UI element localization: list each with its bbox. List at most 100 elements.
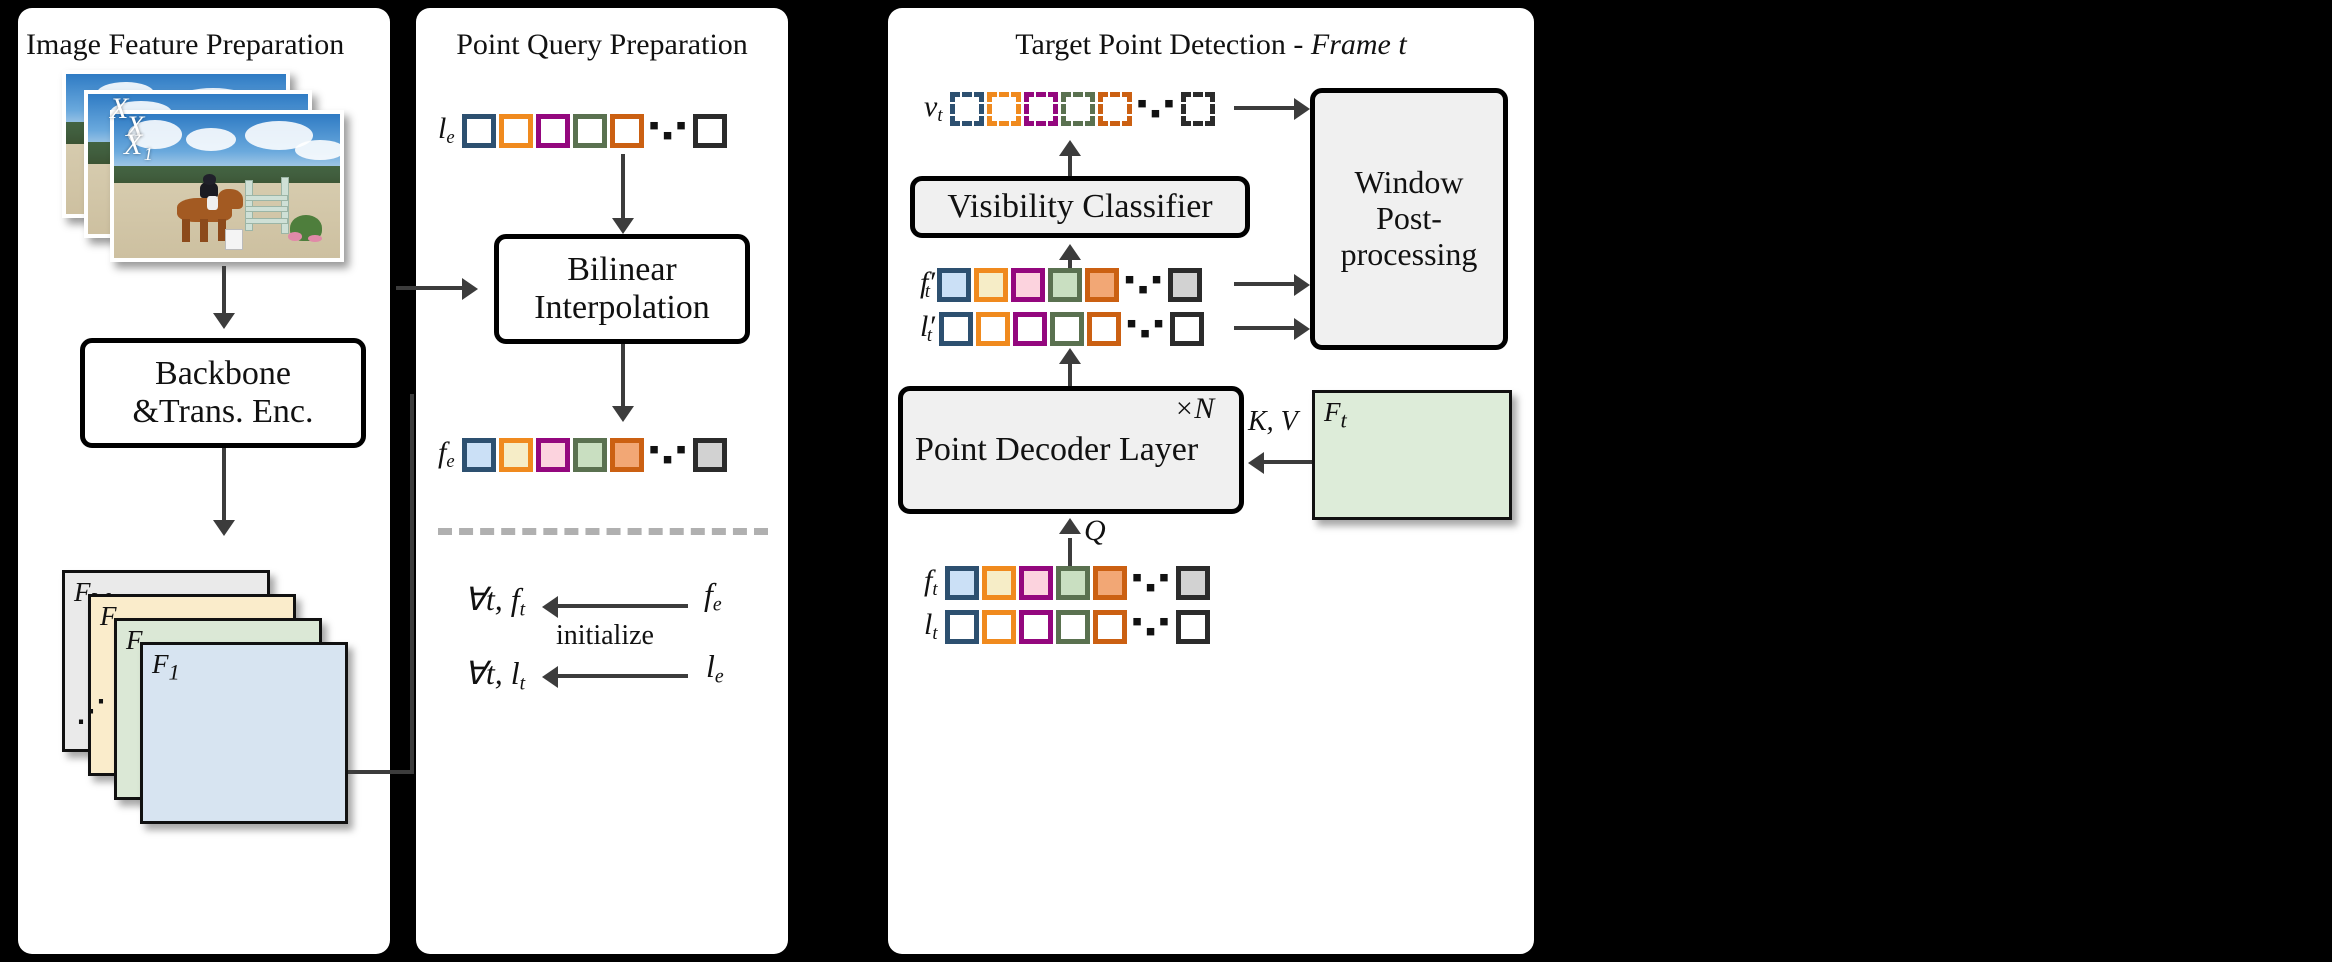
lt-ellipsis: ▪ ▪ ▪ bbox=[1131, 604, 1174, 648]
arrow-frames-to-backbone-line bbox=[222, 266, 226, 316]
fe-token-2[interactable] bbox=[498, 437, 533, 472]
arrow-decoder-to-outputs-head bbox=[1059, 348, 1081, 364]
ft-token-last[interactable] bbox=[1175, 565, 1210, 600]
fe-token-4[interactable] bbox=[572, 437, 607, 472]
backbone-transformer-encoder-box[interactable]: Backbone &Trans. Enc. bbox=[80, 338, 366, 448]
arrow-ft-to-decoder-line bbox=[1264, 460, 1314, 464]
feature-map-F1: F1 bbox=[140, 642, 348, 824]
le-token-5[interactable] bbox=[609, 113, 644, 148]
lt-prime-ellipsis: ▪ ▪ ▪ bbox=[1126, 306, 1168, 350]
lt-token-2[interactable] bbox=[981, 609, 1016, 644]
feature-map-Ft-label: Ft bbox=[1324, 397, 1347, 433]
lt-prime-token-2[interactable] bbox=[976, 311, 1011, 346]
vt-token-1[interactable] bbox=[949, 91, 984, 126]
lt-prime-label: l′t bbox=[920, 310, 935, 347]
connector-featuremap-out bbox=[348, 770, 414, 774]
fe-token-1[interactable] bbox=[461, 437, 496, 472]
panel-image-feature-title: Image Feature Preparation bbox=[26, 28, 345, 61]
vt-token-4[interactable] bbox=[1060, 91, 1095, 126]
arrow-ftprime-to-window-line bbox=[1234, 282, 1300, 286]
fe-token-5[interactable] bbox=[609, 437, 644, 472]
panel-target-point-detection: Target Point Detection - Frame t vt ▪ ▪ … bbox=[888, 8, 1534, 954]
ft-token-4[interactable] bbox=[1055, 565, 1090, 600]
ft-token-2[interactable] bbox=[981, 565, 1016, 600]
feature-map-Ft: Ft bbox=[1312, 390, 1512, 520]
ft-token-3[interactable] bbox=[1018, 565, 1053, 600]
vt-token-3[interactable] bbox=[1023, 91, 1058, 126]
frame-label-x1: X₁ bbox=[124, 128, 153, 161]
decoder-repeat-count: ×N bbox=[1174, 392, 1215, 425]
diagram-canvas: Image Feature Preparation X X X₁ Backbon… bbox=[0, 0, 2332, 962]
window-post-processing-box[interactable]: Window Post-processing bbox=[1310, 88, 1508, 350]
lt-token-4[interactable] bbox=[1055, 609, 1090, 644]
init-row2-line bbox=[558, 674, 688, 678]
arrow-ltprime-to-window-head bbox=[1294, 318, 1310, 340]
ft-prime-token-row: f′t ▪ ▪ ▪ bbox=[920, 264, 1205, 304]
fe-token-last[interactable] bbox=[692, 437, 727, 472]
lt-prime-token-row: l′t ▪ ▪ ▪ bbox=[920, 306, 1207, 350]
arrow-le-to-bilinear-head bbox=[612, 218, 634, 234]
lt-prime-token-last[interactable] bbox=[1170, 311, 1205, 346]
fe-token-3[interactable] bbox=[535, 437, 570, 472]
lt-token-3[interactable] bbox=[1018, 609, 1053, 644]
le-token-2[interactable] bbox=[498, 113, 533, 148]
vt-token-5[interactable] bbox=[1097, 91, 1132, 126]
init-row2-left: ∀t, lt bbox=[464, 655, 526, 695]
arrow-le-to-bilinear-line bbox=[621, 154, 625, 222]
lt-prime-token-1[interactable] bbox=[939, 311, 974, 346]
lt-prime-token-5[interactable] bbox=[1087, 311, 1122, 346]
ft-prime-token-last[interactable] bbox=[1168, 267, 1203, 302]
le-token-last[interactable] bbox=[692, 113, 727, 148]
ft-prime-token-4[interactable] bbox=[1048, 267, 1083, 302]
lt-token-5[interactable] bbox=[1092, 609, 1127, 644]
ft-ellipsis: ▪ ▪ ▪ bbox=[1131, 560, 1174, 604]
connector-featuremap-riser bbox=[410, 394, 414, 772]
ft-prime-token-3[interactable] bbox=[1011, 267, 1046, 302]
panel-point-query-preparation: Point Query Preparation le ▪ ▪ ▪ Bilinea… bbox=[396, 8, 788, 954]
arrow-backbone-to-featuremaps-line bbox=[222, 448, 226, 524]
init-row2-arrowhead bbox=[542, 666, 558, 688]
arrow-frames-to-backbone-head bbox=[213, 313, 235, 329]
arrow-features-in-head bbox=[462, 278, 478, 300]
panel-image-feature-preparation: Image Feature Preparation X X X₁ Backbon… bbox=[18, 8, 414, 954]
window-post-label-line1: Window bbox=[1354, 164, 1464, 201]
fe-token-row: fe ▪ ▪ ▪ bbox=[438, 432, 730, 476]
init-row1-left: ∀t, ft bbox=[464, 581, 526, 621]
vt-label: vt bbox=[924, 90, 943, 127]
arrow-ft-to-decoder-head bbox=[1248, 452, 1264, 474]
le-ellipsis: ▪ ▪ ▪ bbox=[648, 108, 691, 152]
fe-label: fe bbox=[438, 436, 455, 473]
backbone-label-line1: Backbone bbox=[155, 354, 291, 392]
lt-prime-token-3[interactable] bbox=[1013, 311, 1048, 346]
ft-token-1[interactable] bbox=[944, 565, 979, 600]
init-row1-right: fe bbox=[704, 576, 722, 616]
lt-prime-token-4[interactable] bbox=[1050, 311, 1085, 346]
ft-token-5[interactable] bbox=[1092, 565, 1127, 600]
le-token-3[interactable] bbox=[535, 113, 570, 148]
lt-token-last[interactable] bbox=[1175, 609, 1210, 644]
arrow-vt-to-window-head bbox=[1294, 98, 1310, 120]
vt-token-2[interactable] bbox=[986, 91, 1021, 126]
feature-map-ellipsis: ⋰ bbox=[76, 695, 108, 728]
arrow-ftprime-to-window-head bbox=[1294, 274, 1310, 296]
arrow-vt-to-window-line bbox=[1234, 106, 1296, 110]
le-token-1[interactable] bbox=[461, 113, 496, 148]
ft-prime-token-5[interactable] bbox=[1085, 267, 1120, 302]
visibility-classifier-box[interactable]: Visibility Classifier bbox=[910, 176, 1250, 238]
ft-prime-token-2[interactable] bbox=[974, 267, 1009, 302]
bilinear-interpolation-box[interactable]: Bilinear Interpolation bbox=[494, 234, 750, 344]
lt-label: lt bbox=[924, 608, 938, 645]
initialize-label: initialize bbox=[556, 620, 654, 651]
ft-prime-label: f′t bbox=[920, 266, 935, 303]
arrow-backbone-to-featuremaps-head bbox=[213, 520, 235, 536]
init-row1-arrowhead bbox=[542, 596, 558, 618]
le-token-4[interactable] bbox=[572, 113, 607, 148]
lt-token-row: lt ▪ ▪ ▪ bbox=[924, 604, 1213, 648]
vt-token-last[interactable] bbox=[1180, 91, 1215, 126]
panel-point-query-title: Point Query Preparation bbox=[456, 28, 748, 61]
ft-prime-token-1[interactable] bbox=[937, 267, 972, 302]
le-label: le bbox=[438, 112, 455, 149]
fe-ellipsis: ▪ ▪ ▪ bbox=[648, 432, 691, 476]
lt-token-1[interactable] bbox=[944, 609, 979, 644]
arrow-bilinear-to-fe-line bbox=[621, 344, 625, 410]
